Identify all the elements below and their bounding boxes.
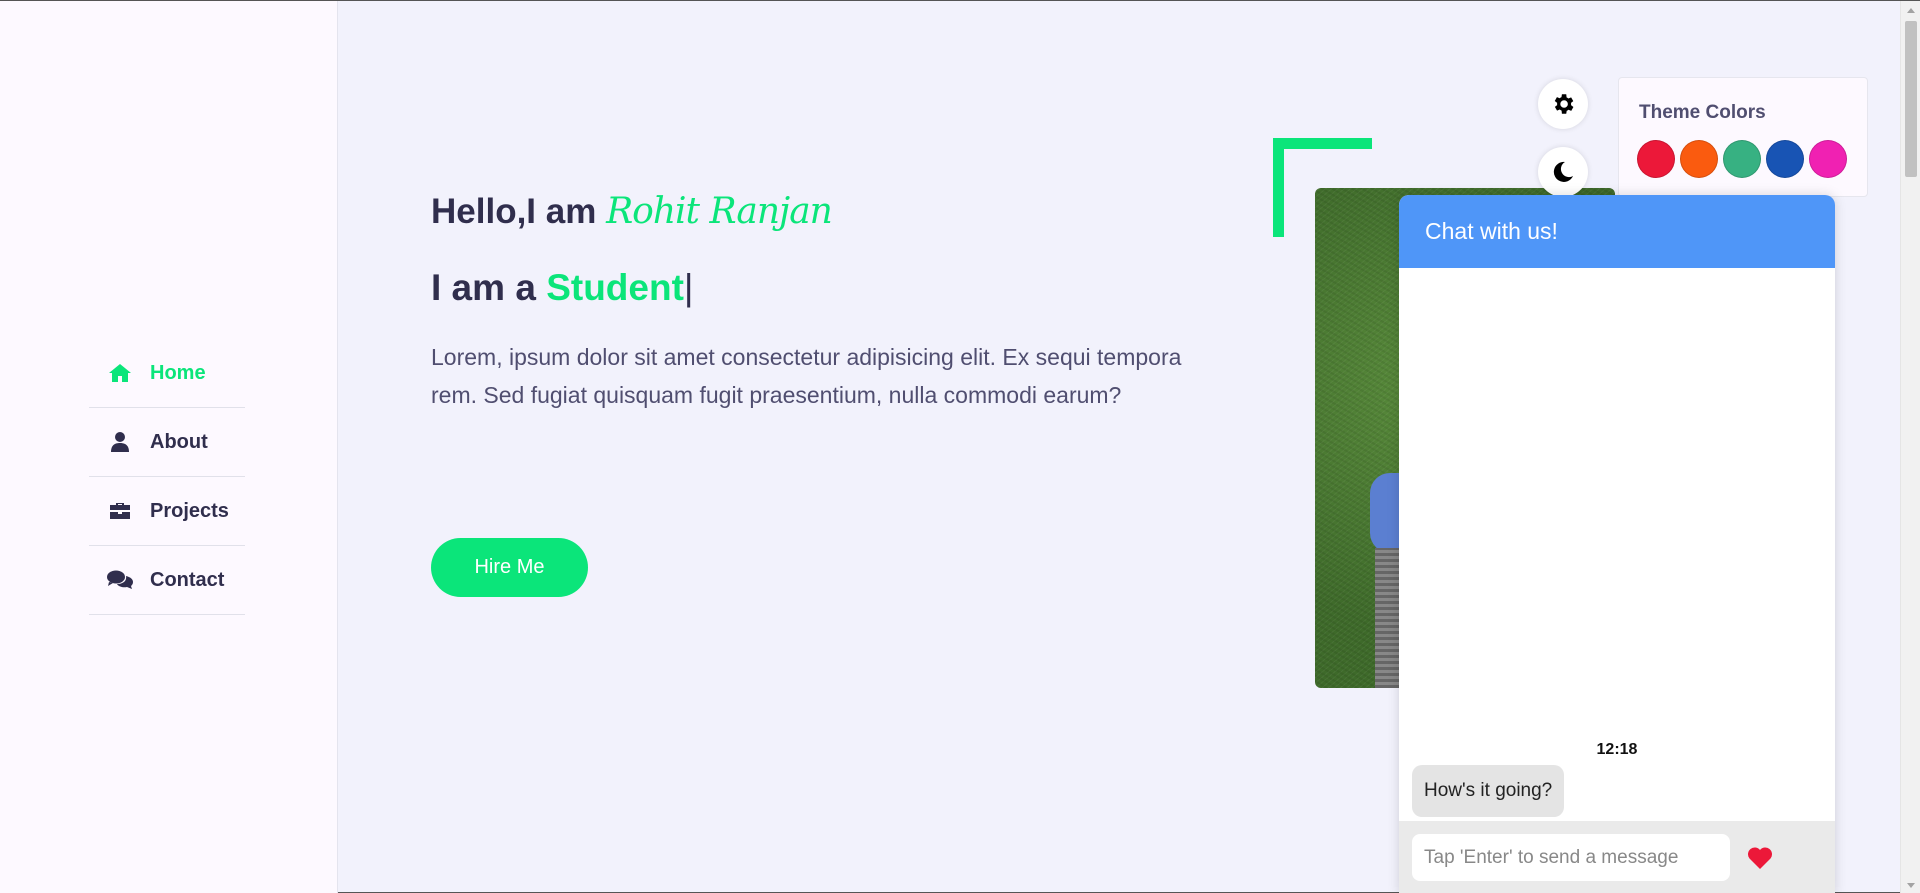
user-icon — [107, 431, 133, 453]
chat-timestamp: 12:18 — [1596, 741, 1638, 758]
nav-item-projects[interactable]: Projects — [89, 477, 245, 546]
page-scrollbar[interactable] — [1900, 1, 1920, 893]
theme-colors-title: Theme Colors — [1639, 102, 1766, 123]
role-text: Student — [546, 267, 684, 308]
nav-item-contact[interactable]: Contact — [89, 546, 245, 615]
home-icon — [107, 362, 133, 384]
sidebar: Home About Projects Contact — [0, 1, 338, 893]
nav-label-about: About — [150, 430, 208, 453]
nav-label-projects: Projects — [150, 499, 229, 522]
gear-icon — [1554, 94, 1574, 114]
chat-message-input[interactable] — [1412, 834, 1730, 881]
scroll-up-arrow-icon[interactable] — [1905, 5, 1917, 15]
color-swatches — [1637, 140, 1852, 178]
send-heart-button[interactable] — [1745, 843, 1775, 873]
swatch-orange[interactable] — [1680, 140, 1718, 178]
nav-item-home[interactable]: Home — [89, 339, 245, 408]
scroll-down-arrow-icon[interactable] — [1905, 880, 1917, 890]
hero-description: Lorem, ipsum dolor sit amet consectetur … — [431, 344, 1182, 408]
heart-icon — [1747, 847, 1773, 869]
greeting-text: Hello,I am — [431, 192, 607, 231]
chat-header[interactable]: Chat with us! — [1399, 195, 1835, 268]
swatch-pink[interactable] — [1809, 140, 1847, 178]
nav-item-about[interactable]: About — [89, 408, 245, 477]
hero-name: Rohit Ranjan — [606, 191, 833, 232]
chat-footer — [1399, 821, 1835, 893]
chat-widget: Chat with us! 12:18 How's it going? — [1399, 195, 1835, 893]
hire-me-button[interactable]: Hire Me — [431, 538, 588, 597]
swatch-green[interactable] — [1723, 140, 1761, 178]
scrollbar-thumb[interactable] — [1905, 21, 1917, 177]
chat-message: How's it going? — [1412, 765, 1565, 817]
moon-icon — [1553, 161, 1573, 182]
briefcase-icon — [107, 500, 133, 522]
nav-label-home: Home — [150, 361, 206, 384]
hero-greeting: Hello,I am Rohit Ranjan — [431, 191, 833, 232]
nav-label-contact: Contact — [150, 568, 225, 591]
swatch-red[interactable] — [1637, 140, 1675, 178]
role-prefix: I am a — [431, 267, 547, 308]
typing-caret: | — [683, 267, 694, 308]
theme-colors-panel: Theme Colors — [1618, 77, 1868, 197]
settings-toggle-button[interactable] — [1538, 79, 1588, 129]
dark-mode-toggle-button[interactable] — [1538, 147, 1588, 197]
main-nav: Home About Projects Contact — [89, 339, 245, 615]
swatch-blue[interactable] — [1766, 140, 1804, 178]
comments-icon — [107, 569, 133, 591]
hero-role: I am a Student| — [431, 267, 694, 309]
